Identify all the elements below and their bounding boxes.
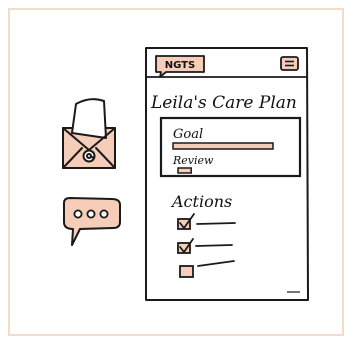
- chat-dot: [86, 209, 96, 219]
- checkbox[interactable]: [179, 265, 194, 278]
- phone-mockup: NGTS Leila's Care Plan Goal Review Actio…: [145, 47, 309, 301]
- actions-heading: Actions: [170, 192, 232, 211]
- hamburger-menu-icon[interactable]: [280, 56, 299, 71]
- logo-text: NGTS: [165, 60, 195, 71]
- page-title: Leila's Care Plan: [150, 93, 297, 113]
- care-plan-card: Goal Review: [159, 116, 302, 178]
- review-label: Review: [172, 154, 214, 167]
- action-text-line: [195, 244, 233, 247]
- action-text-line: [196, 222, 236, 225]
- goal-progress-bar: [172, 142, 274, 150]
- chat-dot: [99, 209, 109, 219]
- goal-label: Goal: [173, 127, 203, 142]
- review-progress-bar: [177, 167, 192, 174]
- illustration: NGTS Leila's Care Plan Goal Review Actio…: [8, 8, 344, 336]
- chat-dot: [73, 209, 83, 219]
